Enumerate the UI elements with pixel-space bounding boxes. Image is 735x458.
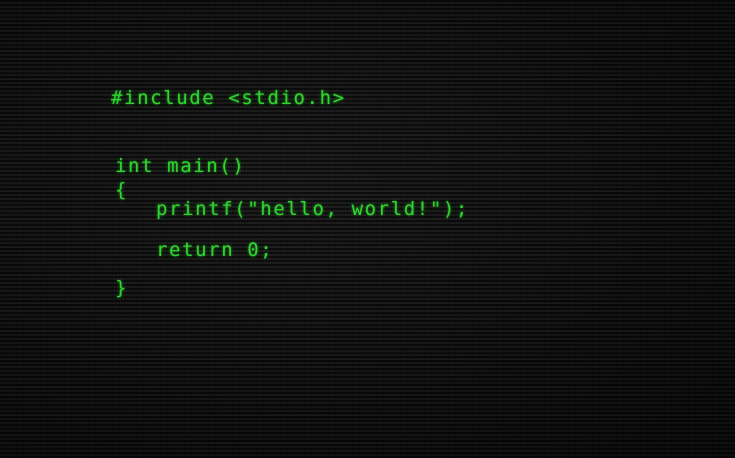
open-brace: { — [115, 179, 129, 201]
include-directive: #include <stdio.h> — [111, 87, 346, 109]
close-brace: } — [115, 277, 129, 299]
return-statement: return 0; — [156, 239, 274, 261]
scanline-texture — [0, 0, 735, 458]
printf-statement: printf("hello, world!"); — [156, 198, 469, 220]
main-signature: int main() — [115, 155, 246, 177]
terminal-screen: #include <stdio.h> int main() { printf("… — [0, 0, 735, 458]
